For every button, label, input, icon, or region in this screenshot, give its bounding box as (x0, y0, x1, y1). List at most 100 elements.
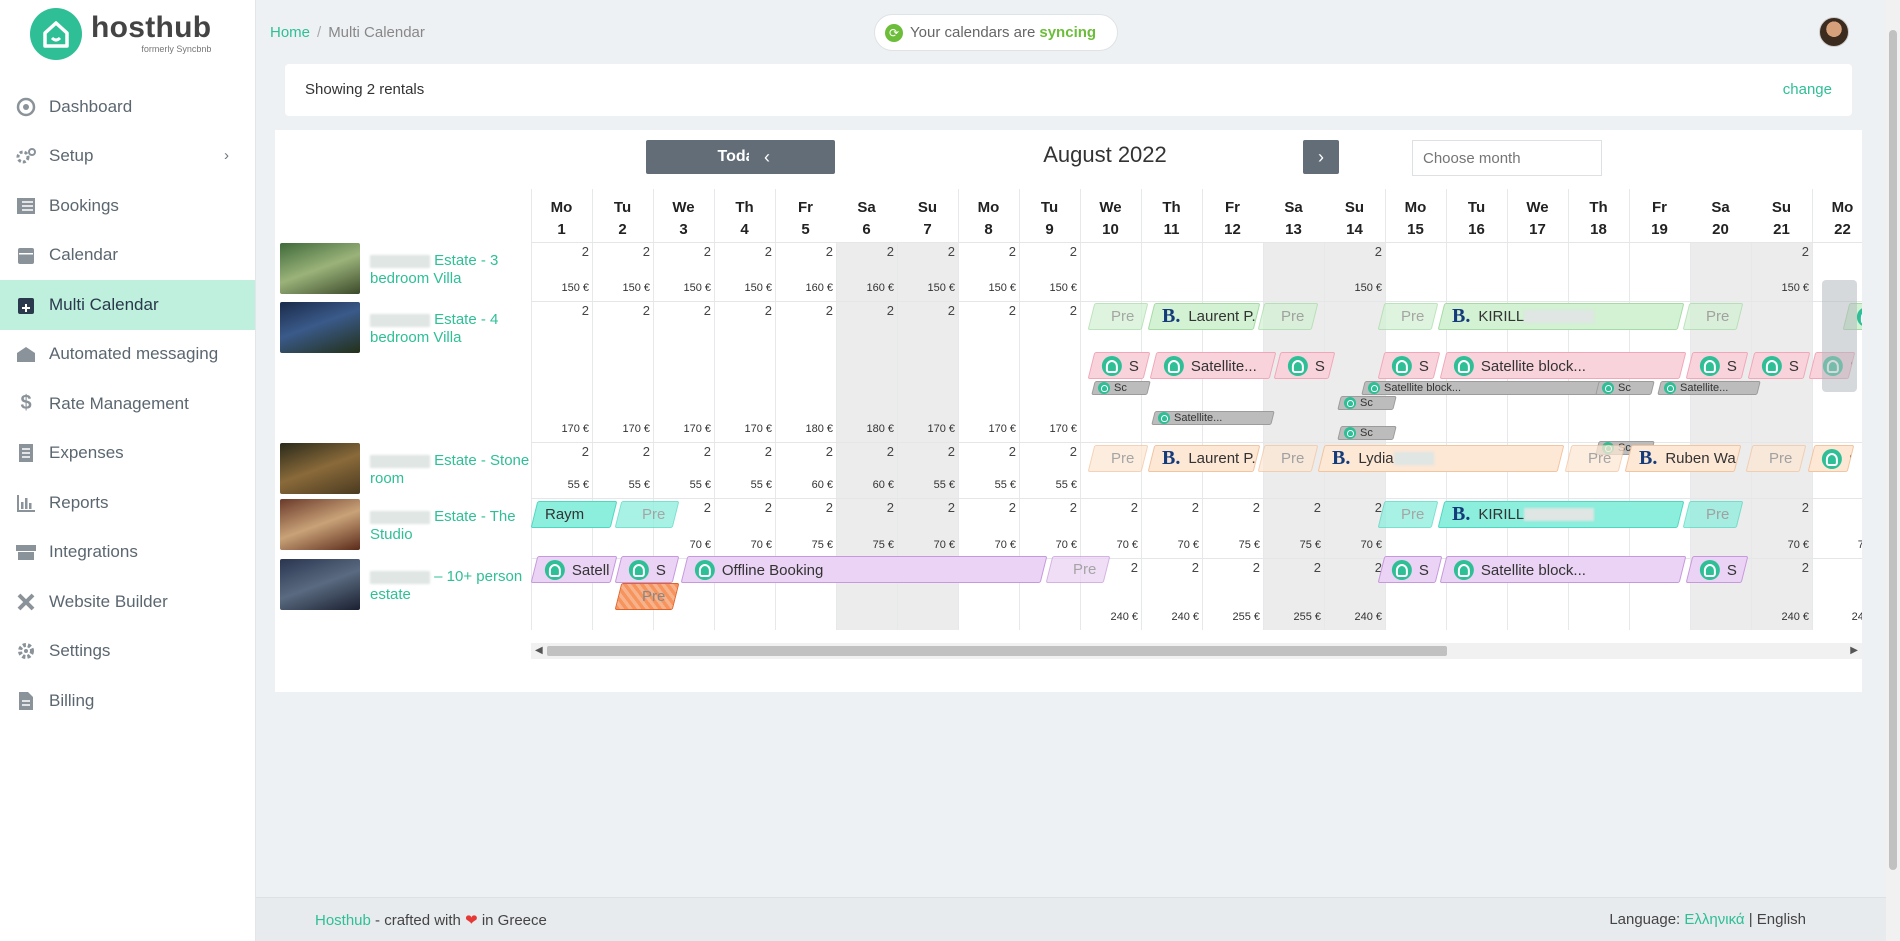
sidebar-item-setup[interactable]: Setup › (0, 132, 255, 182)
horizontal-scrollbar[interactable]: ◀ ▶ (531, 643, 1862, 659)
night-price[interactable]: 240 € (1324, 611, 1382, 623)
night-price[interactable]: 170 € (1019, 423, 1077, 435)
choose-month-input[interactable] (1412, 140, 1602, 176)
night-price[interactable]: 55 € (1019, 479, 1077, 491)
booking-bar[interactable]: Satellite block... (1439, 352, 1687, 379)
logo[interactable]: hosthub formerly Syncbnb (30, 6, 211, 61)
night-price[interactable]: 240 € (1751, 611, 1809, 623)
night-price[interactable]: 70 € (1019, 539, 1077, 551)
night-price[interactable]: 180 € (836, 423, 894, 435)
booking-bar[interactable]: Raym (531, 501, 618, 528)
pre-booking-bar[interactable]: Pre (1682, 501, 1744, 528)
night-price[interactable]: 70 € (1751, 539, 1809, 551)
sidebar-item-expenses[interactable]: Expenses (0, 429, 255, 479)
property-name-link[interactable]: Estate - The Studio (370, 508, 530, 544)
booking-bar[interactable]: Satellite... (1149, 352, 1277, 379)
property-name-link[interactable]: Estate - 3 bedroom Villa (370, 252, 530, 288)
night-price[interactable]: 70 € (714, 539, 772, 551)
sidebar-item-rate-management[interactable]: $ Rate Management (0, 379, 255, 429)
sidebar-item-dashboard[interactable]: Dashboard (0, 82, 255, 132)
property-thumbnail[interactable] (280, 559, 360, 610)
night-price[interactable]: 170 € (531, 423, 589, 435)
night-price[interactable]: 75 € (1202, 539, 1260, 551)
booking-bar[interactable]: Satellite... (1657, 381, 1761, 395)
booking-bar[interactable]: S (614, 556, 680, 583)
booking-bar[interactable]: S (1685, 352, 1749, 379)
night-price[interactable]: 160 € (836, 282, 894, 294)
night-price[interactable]: 60 € (775, 479, 833, 491)
night-price[interactable]: 55 € (653, 479, 711, 491)
night-price[interactable]: 240 € (1141, 611, 1199, 623)
pre-booking-bar[interactable]: Pre (1564, 445, 1626, 472)
night-price[interactable]: 55 € (714, 479, 772, 491)
night-price[interactable]: 55 € (531, 479, 589, 491)
night-price[interactable]: 75 € (1263, 539, 1321, 551)
breadcrumb-home-link[interactable]: Home (270, 24, 310, 41)
night-price[interactable]: 75 € (836, 539, 894, 551)
booking-bar[interactable]: S (1273, 352, 1336, 379)
property-thumbnail[interactable] (280, 243, 360, 294)
pre-booking-bar[interactable]: Pre (1087, 303, 1149, 330)
sidebar-item-reports[interactable]: Reports (0, 478, 255, 528)
booking-bar[interactable]: Satell (531, 556, 618, 583)
sidebar-item-billing[interactable]: Billing (0, 676, 255, 726)
booking-bar[interactable]: S (1377, 556, 1443, 583)
night-price[interactable]: 160 € (775, 282, 833, 294)
sidebar-item-calendar[interactable]: Calendar (0, 231, 255, 281)
vertical-scrollbar[interactable] (1886, 0, 1900, 941)
night-price[interactable]: 255 € (1263, 611, 1321, 623)
scroll-thumb[interactable] (547, 646, 1447, 656)
sidebar-item-settings[interactable]: Settings (0, 627, 255, 677)
pre-booking-bar[interactable]: Pre (1682, 303, 1744, 330)
property-name-link[interactable]: – 10+ person estate (370, 568, 530, 604)
sidebar-item-bookings[interactable]: Bookings (0, 181, 255, 231)
pre-booking-bar[interactable]: Pre (1087, 445, 1149, 472)
scroll-right-overlay[interactable] (1822, 280, 1857, 392)
night-price[interactable]: 55 € (897, 479, 955, 491)
property-thumbnail[interactable] (280, 443, 360, 494)
property-name-link[interactable]: Estate - Stone room (370, 452, 530, 488)
booking-bar[interactable]: Sc (1595, 381, 1655, 395)
night-price[interactable]: 150 € (1324, 282, 1382, 294)
language-greek-link[interactable]: Ελληνικά (1684, 911, 1744, 928)
prev-month-button[interactable]: ‹ (749, 140, 785, 174)
night-price[interactable]: 170 € (958, 423, 1016, 435)
vertical-scroll-thumb[interactable] (1889, 30, 1897, 870)
pre-booking-bar[interactable]: Pre (614, 501, 680, 528)
night-price[interactable]: 170 € (897, 423, 955, 435)
sidebar-item-integrations[interactable]: Integrations (0, 528, 255, 578)
scroll-right-icon[interactable]: ▶ (1850, 643, 1858, 659)
booking-bar[interactable]: S (1747, 352, 1811, 379)
pre-booking-bar[interactable]: Pre (1045, 556, 1111, 583)
booking-com-reservation-bar[interactable]: B. Laurent P. (1147, 303, 1261, 330)
night-price[interactable]: 150 € (1019, 282, 1077, 294)
booking-bar[interactable]: S (1087, 352, 1151, 379)
night-price[interactable]: 170 € (714, 423, 772, 435)
property-thumbnail[interactable] (280, 302, 360, 353)
night-price[interactable]: 75 € (775, 539, 833, 551)
night-price[interactable]: 150 € (592, 282, 650, 294)
booking-bar[interactable]: S (1685, 556, 1749, 583)
today-button[interactable]: Today (646, 140, 835, 174)
night-price[interactable]: 70 € (897, 539, 955, 551)
pre-booking-bar[interactable]: Pre (1257, 445, 1319, 472)
booking-bar[interactable]: S (1807, 445, 1855, 472)
change-rentals-link[interactable]: change (1783, 81, 1832, 98)
pre-booking-bar[interactable]: Pre (1377, 501, 1439, 528)
night-price[interactable]: 255 € (1202, 611, 1260, 623)
night-price[interactable]: 55 € (592, 479, 650, 491)
night-price[interactable]: 240 € (1080, 611, 1138, 623)
night-price[interactable]: 70 € (653, 539, 711, 551)
sidebar-item-multi-calendar[interactable]: Multi Calendar (0, 280, 255, 330)
booking-com-reservation-bar[interactable]: B. Ruben Wa (1624, 445, 1742, 472)
next-month-button[interactable]: › (1303, 140, 1339, 174)
booking-com-reservation-bar[interactable]: B. KIRILL (1437, 303, 1685, 330)
property-name-link[interactable]: Estate - 4 bedroom Villa (370, 311, 530, 347)
booking-bar[interactable]: Sc (1337, 396, 1397, 410)
night-price[interactable]: 55 € (958, 479, 1016, 491)
night-price[interactable]: 170 € (592, 423, 650, 435)
booking-bar[interactable]: Satellite block... (1361, 381, 1605, 395)
night-price[interactable]: 150 € (1751, 282, 1809, 294)
property-thumbnail[interactable] (280, 499, 360, 550)
sidebar-item-automated-messaging[interactable]: Automated messaging (0, 330, 255, 380)
